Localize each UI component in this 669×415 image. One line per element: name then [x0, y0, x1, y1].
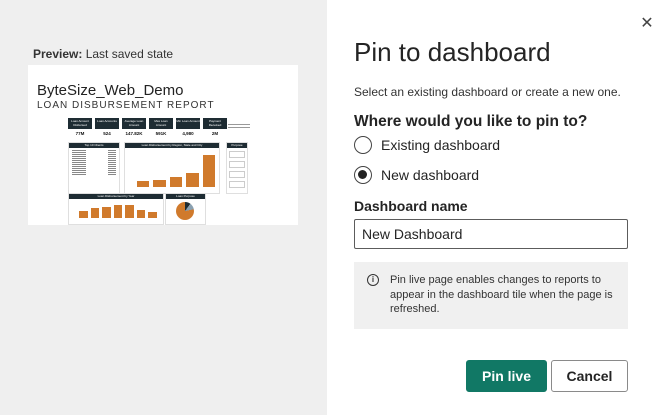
- top-clients-panel: Top 10 Clients: [68, 142, 120, 194]
- kpi-value: 591K: [155, 131, 167, 136]
- chart-bar: [136, 210, 146, 218]
- existing-dashboard-radio[interactable]: [354, 136, 372, 154]
- kpi-card: Payment Received 2M: [203, 118, 227, 136]
- pin-location-question: Where would you like to pin to?: [354, 113, 588, 130]
- purpose-filter-button: [229, 161, 245, 168]
- panel-header: Loan Purpose: [166, 194, 205, 199]
- dialog-description: Select an existing dashboard or create a…: [354, 85, 621, 99]
- dashboard-name-input[interactable]: [354, 219, 628, 249]
- kpi-card: Min Loan Amount 4,980: [176, 118, 200, 136]
- kpi-value: 524: [103, 131, 111, 136]
- region-chart-panel: Loan Disbursement by Region, State and C…: [124, 142, 220, 194]
- preview-caption: Preview: Last saved state: [33, 47, 173, 61]
- kpi-value: 77M: [75, 131, 85, 136]
- cancel-button[interactable]: Cancel: [551, 360, 628, 392]
- dashboard-name-label: Dashboard name: [354, 198, 468, 214]
- region-bars: [137, 155, 216, 187]
- chart-bar: [186, 173, 199, 187]
- info-message: i Pin live page enables changes to repor…: [354, 262, 628, 329]
- slicer-line: [228, 124, 250, 125]
- pie-chart: [176, 202, 194, 220]
- kpi-label: Payment Received: [203, 118, 227, 129]
- panel-header: Loan Disbursement by Year: [69, 194, 163, 199]
- kpi-cards: Loan Amount Disbursed 77M Loan Accounts 52…: [68, 118, 227, 136]
- chart-bar: [202, 155, 216, 187]
- info-icon: i: [367, 274, 379, 286]
- kpi-label: Loan Amount Disbursed: [68, 118, 92, 129]
- chart-bar: [90, 208, 100, 218]
- chart-bar: [169, 177, 183, 187]
- purpose-filter-button: [229, 151, 245, 158]
- preview-pane: Preview: Last saved state ByteSize_Web_D…: [0, 0, 327, 415]
- new-dashboard-option[interactable]: New dashboard: [354, 166, 479, 184]
- new-dashboard-radio[interactable]: [354, 166, 372, 184]
- kpi-value: 4,980: [182, 131, 194, 136]
- pin-live-button[interactable]: Pin live: [466, 360, 547, 392]
- panel-header: Loan Disbursement by Region, State and C…: [125, 143, 219, 148]
- chart-bar: [79, 211, 88, 218]
- new-dashboard-label[interactable]: New dashboard: [381, 167, 479, 183]
- kpi-label: Max Loan Amount: [149, 118, 173, 129]
- kpi-value: 2M: [211, 131, 219, 136]
- chart-bar: [148, 212, 158, 218]
- year-bars: [79, 205, 158, 218]
- close-icon[interactable]: ✕: [639, 16, 655, 32]
- client-rows: [69, 148, 119, 176]
- chart-bar: [137, 181, 150, 187]
- thumbnail-subtitle: LOAN DISBURSEMENT REPORT: [37, 100, 215, 111]
- chart-bar: [102, 207, 111, 218]
- client-row: [72, 173, 116, 175]
- kpi-label: Min Loan Amount: [176, 118, 200, 129]
- purpose-filter-button: [229, 181, 245, 188]
- kpi-card: Average Loan Amount 147.82K: [122, 118, 146, 136]
- preview-label: Preview:: [33, 47, 83, 61]
- loan-purpose-panel: Loan Purpose: [165, 193, 206, 225]
- kpi-label: Average Loan Amount: [122, 118, 146, 129]
- report-thumbnail: ByteSize_Web_Demo LOAN DISBURSEMENT REPO…: [28, 65, 298, 225]
- kpi-value: 147.82K: [125, 131, 143, 136]
- purpose-panel: Purpose: [226, 142, 248, 194]
- kpi-card: Max Loan Amount 591K: [149, 118, 173, 136]
- existing-dashboard-label[interactable]: Existing dashboard: [381, 137, 500, 153]
- kpi-label: Loan Accounts: [95, 118, 119, 129]
- slicer-line: [228, 127, 250, 128]
- chart-bar: [153, 180, 166, 187]
- kpi-card: Loan Amount Disbursed 77M: [68, 118, 92, 136]
- panel-header: Purpose: [227, 143, 247, 148]
- kpi-card: Loan Accounts 524: [95, 118, 119, 136]
- dialog-title: Pin to dashboard: [354, 37, 551, 67]
- preview-state: Last saved state: [85, 47, 174, 61]
- existing-dashboard-option[interactable]: Existing dashboard: [354, 136, 500, 154]
- date-slicer: [228, 122, 250, 130]
- year-chart-panel: Loan Disbursement by Year: [68, 193, 164, 225]
- thumbnail-title: ByteSize_Web_Demo: [37, 82, 184, 99]
- info-text: Pin live page enables changes to reports…: [390, 274, 613, 315]
- chart-bar: [125, 205, 134, 218]
- purpose-filter-button: [229, 171, 245, 178]
- purpose-buttons: [227, 151, 247, 188]
- chart-bar: [113, 205, 123, 218]
